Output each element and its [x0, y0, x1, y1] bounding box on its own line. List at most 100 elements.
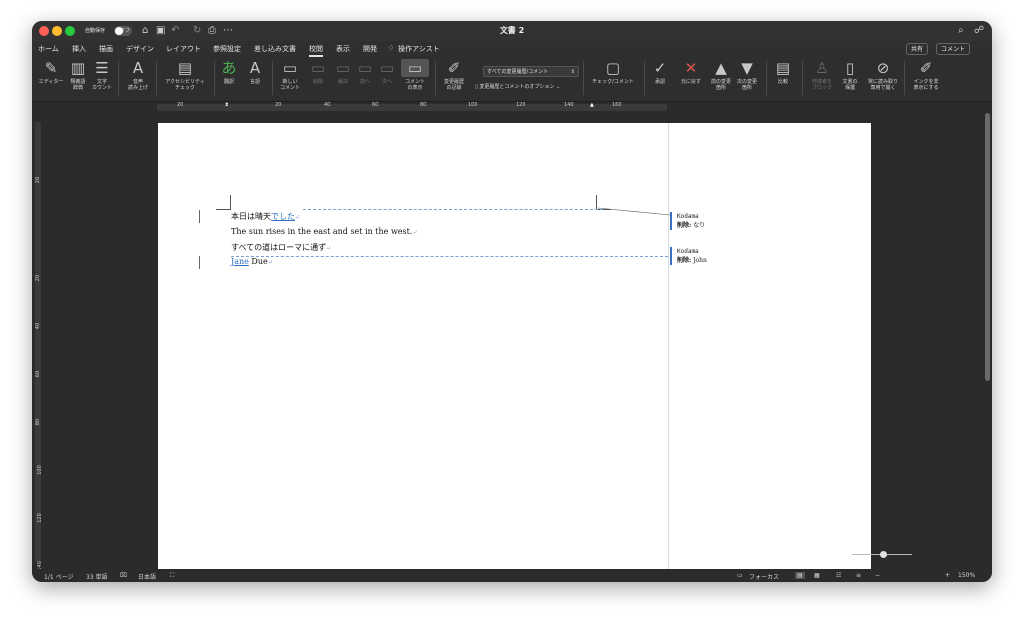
vertical-ruler-mark: 120: [36, 513, 43, 523]
vertical-ruler-mark: 80: [35, 418, 42, 426]
show-comments-button[interactable]: ▭ コメント の表示: [401, 59, 429, 91]
delete-comment-button[interactable]: ▭ 削除: [310, 59, 326, 85]
accessibility-button[interactable]: ▤ アクセシビリティ チェック: [160, 59, 210, 91]
thesaurus-button[interactable]: ▥ 類義語 辞典: [67, 59, 89, 91]
tab-mailings[interactable]: 差し込み文書: [254, 44, 296, 54]
ribbon-separator: [644, 61, 645, 95]
reject-button[interactable]: ✕ 元に戻す: [678, 59, 704, 85]
new-comment-button[interactable]: ▭ 新しい コメント: [278, 59, 302, 91]
translate-button[interactable]: あ翻訳: [220, 59, 238, 85]
revision-balloon[interactable]: Kodama 削除: John: [670, 247, 770, 265]
inserted-text: Jane: [231, 257, 249, 266]
zoom-out-icon[interactable]: −: [875, 572, 880, 579]
search-icon[interactable]: ⌕: [958, 26, 964, 36]
ribbon-separator: [802, 61, 803, 95]
document-page[interactable]: 本日は晴天でした↵ The sun rises in the east and …: [158, 123, 871, 569]
horizontal-ruler[interactable]: 20 ⧗ 20 40 60 80 100 120 140 ▲ 160: [32, 102, 992, 113]
resolve-comment-button[interactable]: ▭ 解決: [335, 59, 351, 85]
accept-button[interactable]: ✓ 承認: [650, 59, 670, 85]
tab-review[interactable]: 校閲: [309, 44, 323, 57]
word-count-icon: ☰: [95, 59, 109, 77]
vertical-scrollbar[interactable]: [985, 113, 990, 381]
revision-balloon[interactable]: Kodama 削除: なり: [670, 212, 770, 230]
hide-ink-label: インクを非 表示にする: [913, 79, 939, 91]
focus-button[interactable]: フォーカス: [749, 572, 779, 581]
block-authors-button[interactable]: ♙ 作成者を ブロック: [808, 59, 836, 91]
indent-marker-icon[interactable]: ⧗: [225, 102, 229, 108]
share-button[interactable]: 共有: [906, 43, 929, 55]
previous-comment-button[interactable]: ▭ 前へ: [357, 59, 373, 85]
document-line-3[interactable]: すべての道はローマに通ず↵: [231, 242, 331, 253]
accessibility-label: アクセシビリティ チェック: [165, 79, 205, 91]
share-label: 共有: [911, 46, 924, 53]
markup-options-dropdown[interactable]: ▯ 変更履歴とコメントのオプション ⌄: [475, 83, 560, 90]
ribbon-separator: [766, 61, 767, 95]
tab-home[interactable]: ホーム: [38, 44, 59, 54]
tab-view[interactable]: 表示: [336, 44, 350, 54]
vertical-ruler[interactable]: 20 20 40 60 80 100 120 140: [32, 113, 44, 571]
tab-references[interactable]: 参照設定: [213, 44, 241, 54]
language-status[interactable]: 日本語: [138, 572, 156, 581]
markup-display-select[interactable]: すべての変更履歴/コメント ⇕: [483, 66, 579, 77]
next-change-button[interactable]: ▼ 次の変更 箇所: [734, 59, 760, 91]
hide-ink-button[interactable]: ✐ インクを非 表示にする: [908, 59, 944, 91]
check-comment-button[interactable]: ▢ チェック/コメント: [588, 59, 638, 85]
tab-design[interactable]: デザイン: [126, 44, 154, 54]
proofing-icon[interactable]: ⌧: [120, 572, 127, 579]
always-read-only-label: 常に読み取り 専用で開く: [867, 79, 898, 91]
previous-comment-icon: ▭: [357, 59, 373, 77]
reject-label: 元に戻す: [680, 79, 701, 85]
revision-author: Kodama: [677, 213, 699, 220]
tab-insert[interactable]: 挿入: [72, 44, 86, 54]
tab-developer[interactable]: 開発: [363, 44, 377, 54]
read-aloud-button[interactable]: A 音声 読み上げ: [124, 59, 152, 91]
document-line-2[interactable]: The sun rises in the east and set in the…: [231, 227, 417, 236]
line-text: すべての道はローマに通ず: [231, 243, 327, 252]
zoom-slider-knob[interactable]: [880, 551, 887, 558]
document-line-4[interactable]: Jane Due↵: [231, 257, 273, 266]
right-indent-marker-icon[interactable]: ▲: [590, 102, 594, 108]
language-button[interactable]: A 言語: [246, 59, 264, 85]
read-aloud-label: 音声 読み上げ: [127, 79, 148, 91]
tab-draw[interactable]: 描画: [99, 44, 113, 54]
track-changes-label: 変更履歴 の記録: [443, 79, 464, 91]
ribbon-separator: [156, 61, 157, 95]
previous-change-label: 前の変更 箇所: [710, 79, 731, 91]
tab-tell-me[interactable]: 操作アシスト: [398, 44, 440, 54]
focus-icon[interactable]: ▭: [737, 572, 743, 579]
comment-button[interactable]: コメント: [936, 43, 971, 55]
accept-icon: ✓: [653, 59, 667, 77]
ruler-mark: 60: [372, 102, 379, 108]
delete-label: 削除: [312, 79, 323, 85]
compare-button[interactable]: ▤ 比較: [772, 59, 794, 85]
compare-label: 比較: [777, 79, 788, 85]
previous-change-button[interactable]: ▲ 前の変更 箇所: [708, 59, 734, 91]
page-count[interactable]: 1/1 ページ: [44, 572, 73, 581]
previous-change-icon: ▲: [715, 59, 727, 77]
word-count-button[interactable]: ☰ 文字 カウント: [90, 59, 114, 91]
zoom-level[interactable]: 150%: [958, 572, 975, 579]
next-comment-button[interactable]: ▭ 次へ: [379, 59, 395, 85]
tab-layout[interactable]: レイアウト: [166, 44, 201, 54]
zoom-in-icon[interactable]: +: [945, 572, 950, 579]
paragraph-mark-icon: ↵: [295, 214, 301, 221]
ink-icon: ✐: [919, 59, 933, 77]
web-layout-icon[interactable]: ▦: [814, 572, 820, 579]
accessibility-status-icon[interactable]: ⛶: [170, 572, 174, 580]
vertical-ruler-mark: 60: [35, 370, 42, 378]
protect-document-button[interactable]: ▯ 文書の 保護: [838, 59, 862, 91]
share-account-icon[interactable]: ☍: [974, 26, 984, 36]
outline-view-icon[interactable]: ☷: [836, 572, 841, 579]
resolve-label: 解決: [337, 79, 348, 85]
always-read-only-button[interactable]: ⊘ 常に読み取り 専用で開く: [863, 59, 903, 91]
markup-options-label: 変更履歴とコメントのオプション: [479, 84, 555, 90]
track-changes-button[interactable]: ✐ 変更履歴 の記録: [440, 59, 468, 91]
revision-detail: 削除: John: [677, 256, 770, 265]
editor-button[interactable]: ✎ エディター: [36, 59, 66, 85]
print-layout-icon[interactable]: ▤: [795, 572, 805, 579]
document-line-1[interactable]: 本日は晴天でした↵: [231, 211, 300, 222]
revision-detail: 削除: なり: [677, 221, 770, 230]
word-count[interactable]: 33 単語: [86, 572, 108, 581]
draft-view-icon[interactable]: ≡: [856, 572, 861, 579]
ribbon-separator: [118, 61, 119, 95]
